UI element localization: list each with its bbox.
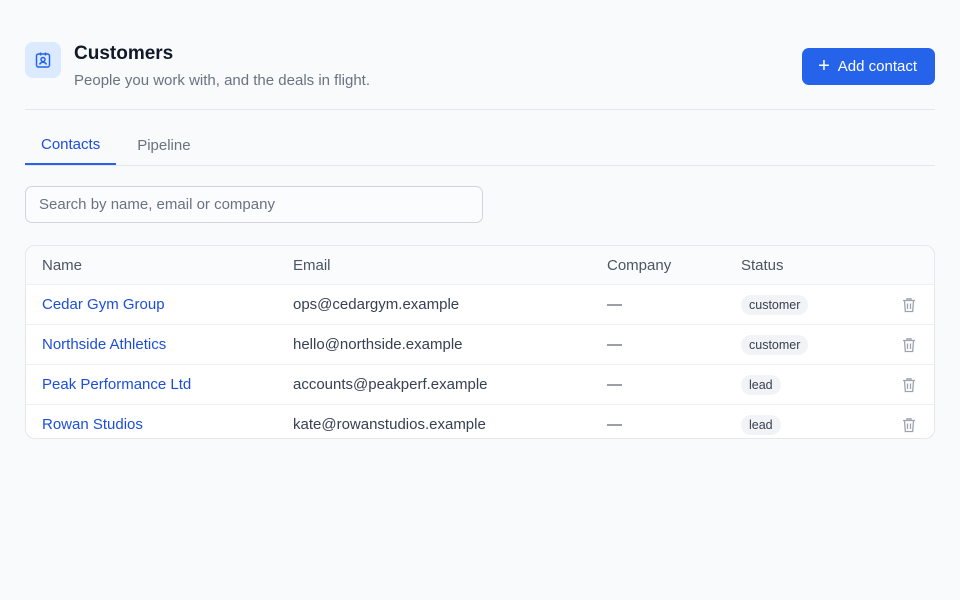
column-header-status[interactable]: Status: [741, 246, 784, 284]
contact-email: ops@cedargym.example: [293, 296, 460, 313]
page-title: Customers: [74, 43, 174, 64]
contacts-table: Name Email Company Status Cedar Gym Grou…: [25, 245, 935, 439]
contact-name-link[interactable]: Cedar Gym Group: [42, 296, 165, 313]
page-subtitle: People you work with, and the deals in f…: [74, 72, 371, 89]
table-header-row: Name Email Company Status: [26, 246, 934, 285]
contact-email: kate@rowanstudios.example: [293, 416, 486, 433]
status-badge: customer: [741, 294, 809, 315]
contact-company: —: [607, 416, 622, 433]
table-row: Rowan Studios kate@rowanstudios.example …: [26, 405, 934, 438]
add-contact-label: Add contact: [837, 58, 917, 75]
tab-bar: Contacts Pipeline: [25, 126, 935, 166]
search-input[interactable]: [25, 186, 483, 223]
table-row: Northside Athletics hello@northside.exam…: [26, 325, 934, 365]
contact-name-link[interactable]: Peak Performance Ltd: [42, 376, 191, 393]
contact-email: accounts@peakperf.example: [293, 376, 488, 393]
column-header-email[interactable]: Email: [293, 246, 331, 284]
trash-icon[interactable]: [902, 417, 916, 433]
tab-pipeline[interactable]: Pipeline: [121, 126, 206, 164]
trash-icon[interactable]: [902, 297, 916, 313]
plus-icon: +: [818, 54, 830, 77]
status-badge: lead: [741, 414, 781, 435]
status-badge: lead: [741, 374, 781, 395]
column-header-company[interactable]: Company: [607, 246, 671, 284]
page: Customers People you work with, and the …: [25, 0, 935, 439]
table-row: Cedar Gym Group ops@cedargym.example — c…: [26, 285, 934, 325]
table-row: Peak Performance Ltd accounts@peakperf.e…: [26, 365, 934, 405]
trash-icon[interactable]: [902, 377, 916, 393]
contact-company: —: [607, 336, 622, 353]
add-contact-button[interactable]: + Add contact: [802, 48, 935, 85]
contact-card-icon: [25, 42, 61, 78]
column-header-name[interactable]: Name: [42, 246, 82, 284]
status-badge: customer: [741, 334, 809, 355]
tab-contacts[interactable]: Contacts: [25, 126, 117, 165]
contact-name-link[interactable]: Rowan Studios: [42, 416, 143, 433]
trash-icon[interactable]: [902, 337, 916, 353]
page-header: Customers People you work with, and the …: [25, 0, 935, 110]
contact-company: —: [607, 376, 622, 393]
contact-company: —: [607, 296, 622, 313]
contact-name-link[interactable]: Northside Athletics: [42, 336, 166, 353]
contact-email: hello@northside.example: [293, 336, 463, 353]
